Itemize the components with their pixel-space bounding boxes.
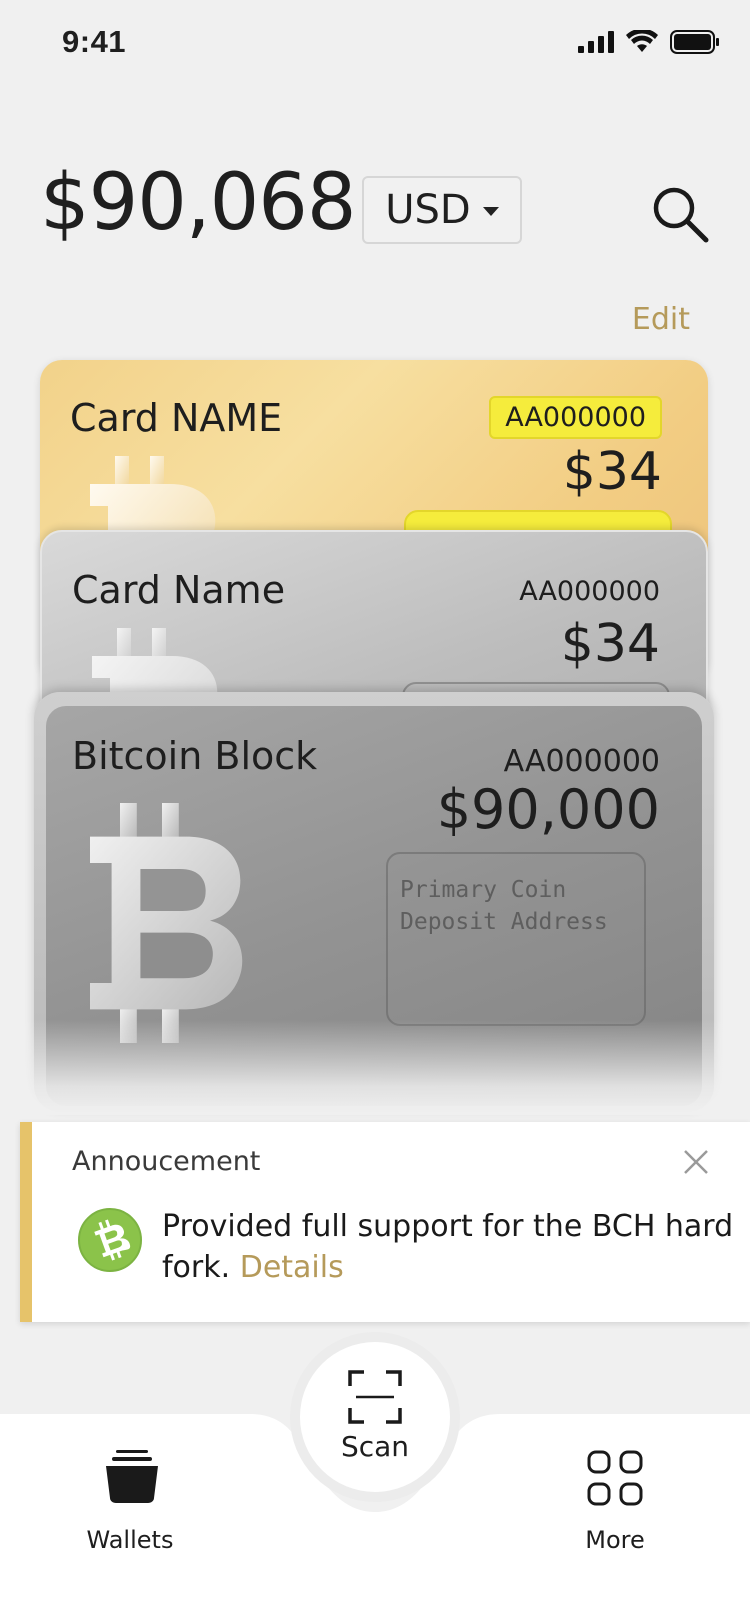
tab-more-label: More xyxy=(585,1526,645,1554)
scan-label: Scan xyxy=(340,1430,410,1463)
battery-icon xyxy=(670,30,719,54)
wifi-icon xyxy=(626,30,658,52)
cards-fade-overlay xyxy=(20,1020,730,1115)
close-icon[interactable] xyxy=(682,1148,710,1176)
details-link[interactable]: Details xyxy=(240,1250,344,1285)
status-icons xyxy=(578,30,720,54)
bch-icon xyxy=(78,1208,142,1272)
currency-value: USD xyxy=(385,187,471,233)
announcement-message: Provided full support for the BCH hard f… xyxy=(162,1206,742,1288)
card-id: AA000000 xyxy=(489,396,662,439)
bitcoin-logo-icon xyxy=(90,803,243,1043)
scan-icon xyxy=(348,1370,402,1424)
card-id: AA000000 xyxy=(503,744,660,779)
card-amount: $90,000 xyxy=(436,778,660,841)
address-line-2: Deposit Address xyxy=(400,909,608,935)
edit-link[interactable]: Edit xyxy=(632,302,690,337)
deposit-address-box: Primary Coin Deposit Address xyxy=(386,852,646,1026)
wallet-home-screen: 9:41 $90,068 USD Edit Card NAME AA000000… xyxy=(0,0,750,1624)
deposit-address-text: Primary Coin Deposit Address xyxy=(400,874,608,938)
search-icon[interactable] xyxy=(648,182,712,246)
grid-more-icon xyxy=(587,1450,643,1506)
card-id: AA000000 xyxy=(519,576,660,607)
caret-down-icon xyxy=(482,206,499,216)
cellular-signal-icon xyxy=(578,31,614,53)
tab-wallets[interactable]: Wallets xyxy=(60,1448,200,1558)
total-balance: $90,068 xyxy=(40,158,357,248)
card-name: Bitcoin Block xyxy=(72,734,318,778)
card-amount: $34 xyxy=(562,442,662,502)
card-amount: $34 xyxy=(560,614,660,674)
announcement-banner: Annoucement Provided full support for th… xyxy=(20,1122,750,1322)
announcement-title: Annoucement xyxy=(72,1146,261,1177)
card-name: Card Name xyxy=(72,568,286,612)
currency-select[interactable]: USD xyxy=(362,176,522,244)
scan-button[interactable]: Scan xyxy=(300,1342,450,1492)
address-line-1: Primary Coin xyxy=(400,877,567,903)
card-name: Card NAME xyxy=(70,396,283,440)
tab-more[interactable]: More xyxy=(545,1448,685,1558)
status-time: 9:41 xyxy=(62,24,127,59)
wallet-icon xyxy=(106,1450,158,1503)
tab-wallets-label: Wallets xyxy=(86,1526,174,1554)
